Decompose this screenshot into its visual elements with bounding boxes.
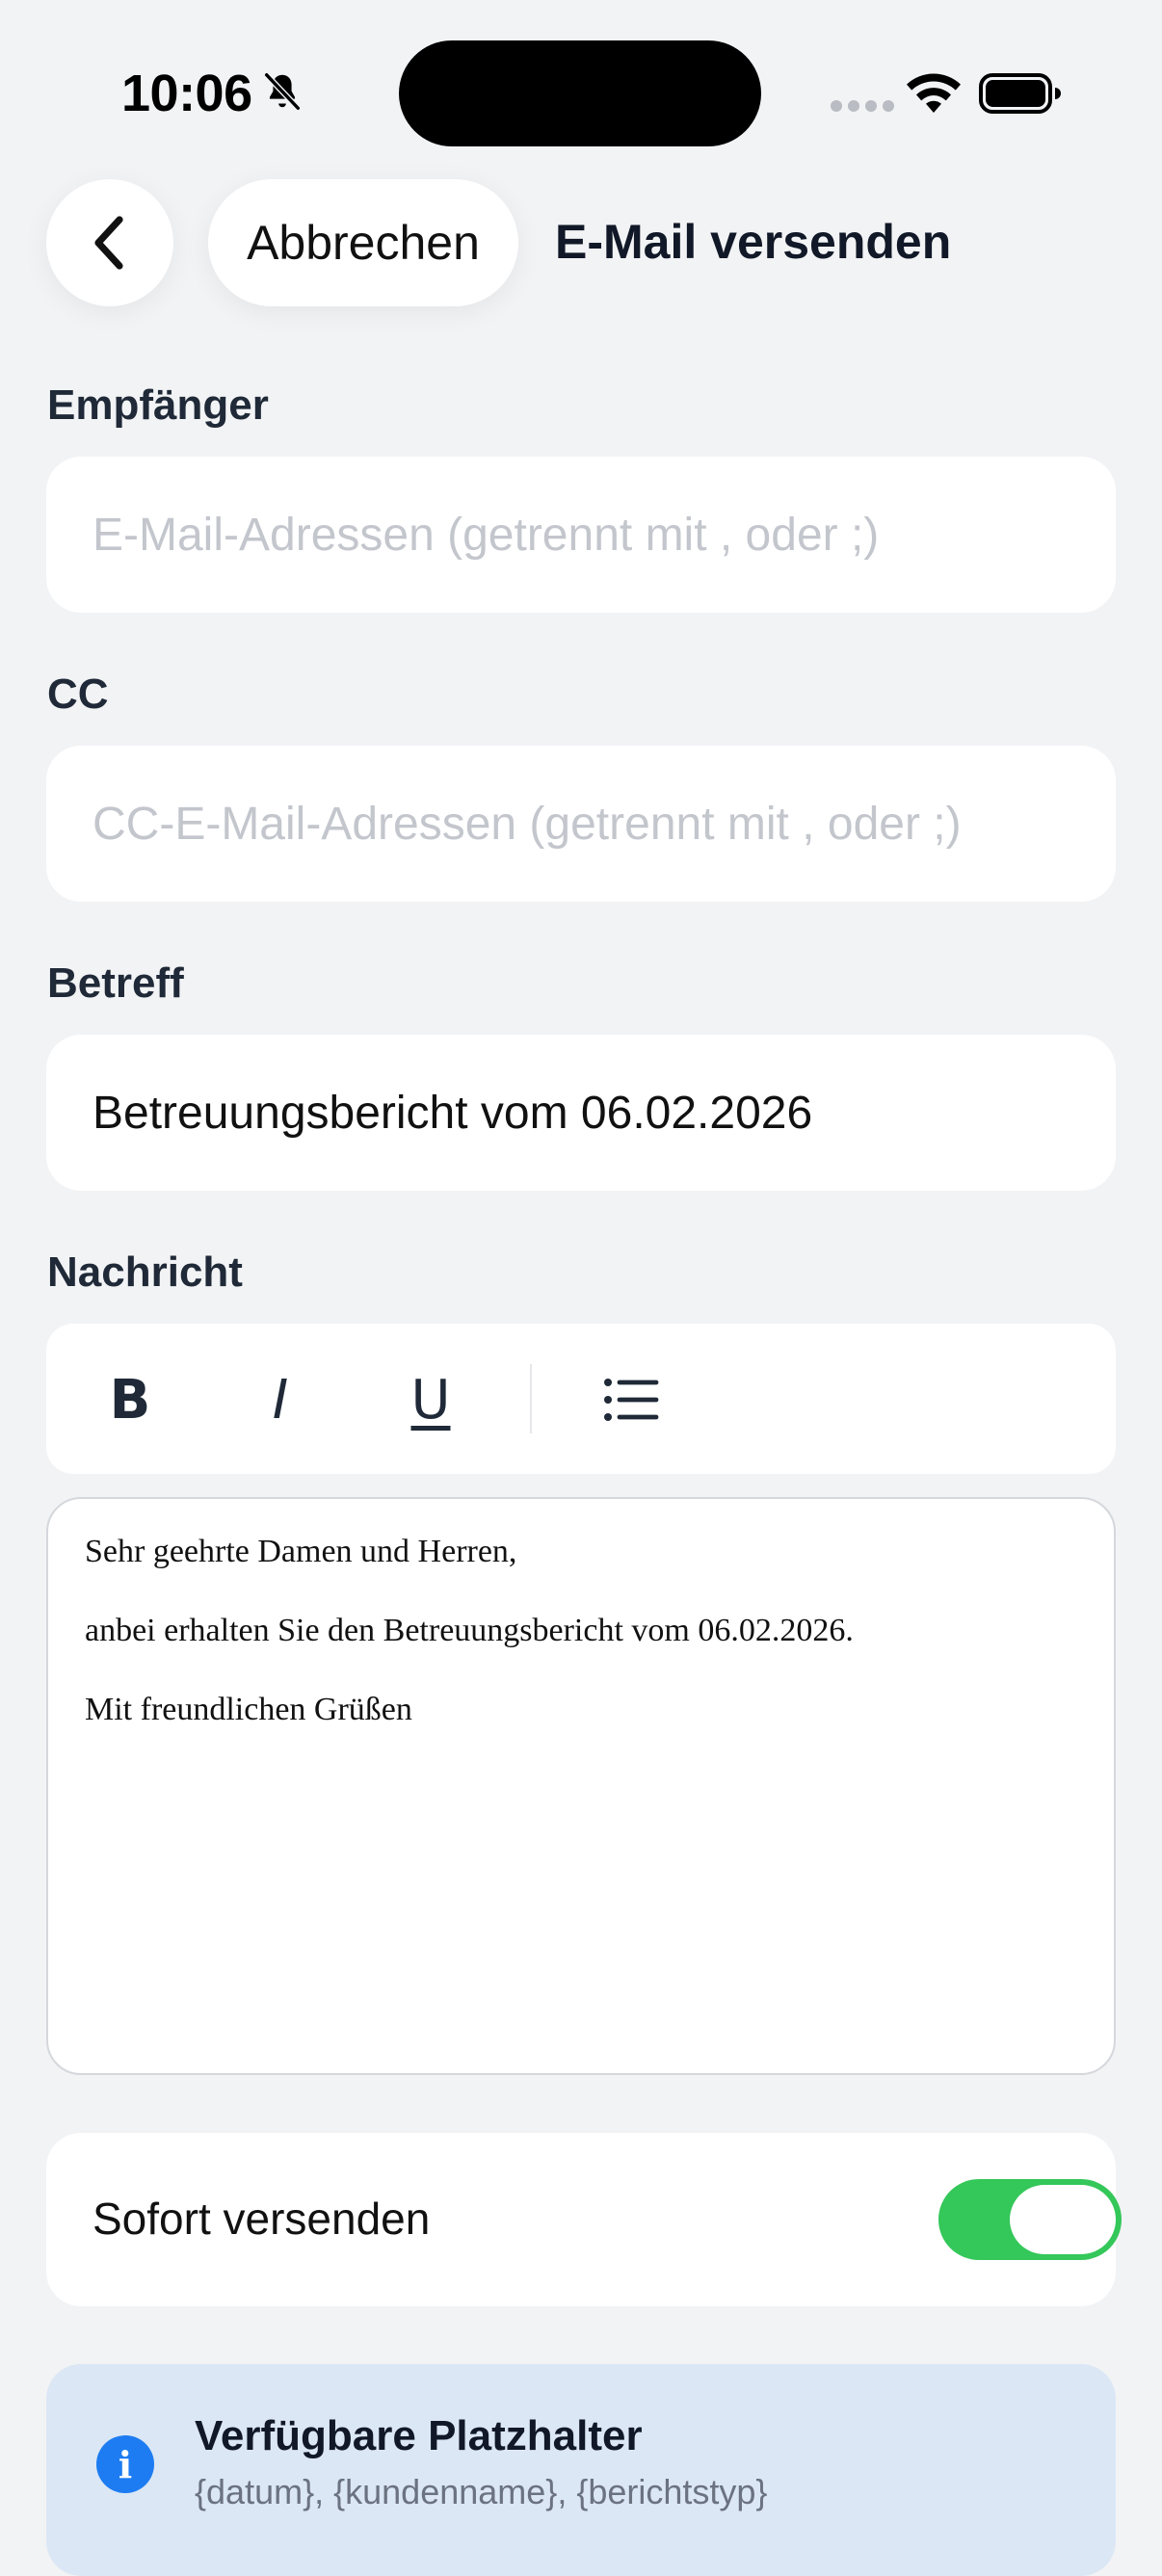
chevron-left-icon (94, 216, 123, 270)
info-icon: i (96, 2435, 154, 2493)
bullet-list-icon (604, 1379, 659, 1421)
info-text: {datum}, {kundenname}, {berichtstyp} (195, 2472, 768, 2511)
back-button[interactable] (46, 179, 173, 306)
subject-input[interactable]: Betreuungsbericht vom 06.02.2026 (46, 1035, 1116, 1191)
battery-icon (979, 73, 1061, 114)
message-paragraph: Mit freundlichen Grüßen (85, 1692, 412, 1727)
cc-input[interactable]: CC-E-Mail-Adressen (getrennt mit , oder … (46, 746, 1116, 902)
message-paragraph: anbei erhalten Sie den Betreuungsbericht… (85, 1613, 854, 1648)
send-immediately-label: Sofort versenden (92, 2194, 431, 2244)
subject-value: Betreuungsbericht vom 06.02.2026 (92, 1087, 813, 1139)
subject-label: Betreff (47, 959, 184, 1007)
wifi-icon (907, 73, 961, 113)
bell-slash-icon (264, 72, 301, 111)
recipients-label: Empfänger (47, 381, 269, 429)
status-time: 10:06 (121, 65, 252, 122)
toolbar-divider (530, 1364, 532, 1433)
info-title: Verfügbare Platzhalter (195, 2412, 643, 2459)
dynamic-island (399, 40, 761, 146)
recipients-input[interactable]: E-Mail-Adressen (getrennt mit , oder ;) (46, 457, 1116, 613)
cancel-button[interactable]: Abbrechen (208, 179, 518, 306)
toggle-knob (1010, 2185, 1116, 2254)
cc-label: CC (47, 670, 109, 718)
bold-button[interactable]: B (87, 1356, 173, 1443)
recipients-placeholder: E-Mail-Adressen (getrennt mit , oder ;) (92, 509, 880, 561)
message-label: Nachricht (47, 1249, 243, 1296)
signal-icon (831, 100, 894, 112)
underline-button[interactable]: U (387, 1356, 474, 1443)
page-title: E-Mail versenden (555, 215, 952, 269)
placeholders-info-card: i Verfügbare Platzhalter {datum}, {kunde… (46, 2364, 1116, 2576)
formatting-toolbar: B I U (46, 1324, 1116, 1474)
message-editor[interactable]: Sehr geehrte Damen und Herren, anbei erh… (46, 1497, 1116, 2075)
send-immediately-row: Sofort versenden (46, 2133, 1122, 2306)
italic-button[interactable]: I (237, 1356, 324, 1443)
bullet-list-button[interactable] (588, 1356, 674, 1443)
send-immediately-toggle[interactable] (938, 2179, 1122, 2260)
status-bar: 10:06 (0, 0, 1162, 183)
message-paragraph: Sehr geehrte Damen und Herren, (85, 1534, 517, 1569)
cc-placeholder: CC-E-Mail-Adressen (getrennt mit , oder … (92, 798, 962, 850)
